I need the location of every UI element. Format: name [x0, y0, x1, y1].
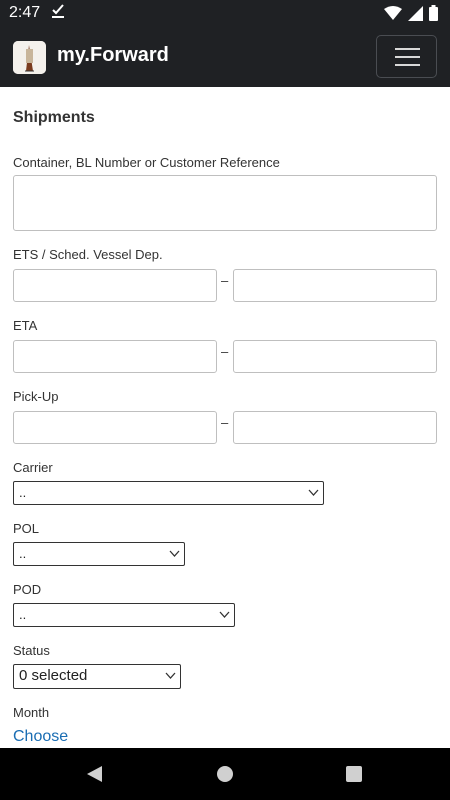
pickup-label: Pick-Up [13, 389, 59, 404]
ets-label: ETS / Sched. Vessel Dep. [13, 247, 163, 262]
navigation-bar [0, 748, 450, 800]
chevron-down-icon [165, 669, 176, 684]
eta-range-separator: – [221, 344, 229, 359]
pol-select[interactable]: .. [13, 542, 185, 566]
hamburger-icon-line [395, 64, 420, 66]
main-content: Shipments Container, BL Number or Custom… [0, 87, 450, 748]
eta-from-input[interactable] [13, 340, 217, 373]
hamburger-icon-line [395, 48, 420, 50]
app-title: my.Forward [57, 44, 169, 66]
pod-select-value: .. [19, 607, 27, 622]
ets-range-separator: – [221, 273, 229, 288]
reference-input[interactable] [13, 175, 437, 231]
back-icon[interactable] [86, 765, 103, 788]
pol-select-value: .. [19, 546, 27, 561]
reference-label: Container, BL Number or Customer Referen… [13, 155, 280, 170]
pickup-to-input[interactable] [233, 411, 437, 444]
chevron-down-icon [219, 608, 230, 623]
status-time: 2:47 [9, 4, 41, 21]
ets-to-input[interactable] [233, 269, 437, 302]
wifi-icon [384, 5, 402, 26]
month-choose-link[interactable]: Choose [13, 728, 68, 746]
pod-label: POD [13, 582, 42, 597]
app-header: my.Forward [0, 26, 450, 87]
pickup-from-input[interactable] [13, 411, 217, 444]
status-bar: 2:47 [0, 0, 450, 26]
pod-select[interactable]: .. [13, 603, 235, 627]
menu-button[interactable] [376, 35, 437, 78]
ets-from-input[interactable] [13, 269, 217, 302]
carrier-label: Carrier [13, 460, 53, 475]
month-label: Month [13, 705, 50, 720]
checkmark-icon [51, 3, 65, 23]
chevron-down-icon [169, 547, 180, 562]
pol-label: POL [13, 521, 40, 536]
status-label: Status [13, 643, 50, 658]
carrier-select-value: .. [19, 485, 27, 500]
recents-icon[interactable] [346, 766, 362, 787]
home-icon[interactable] [216, 765, 234, 788]
chevron-down-icon [308, 486, 319, 501]
signal-icon [408, 5, 423, 26]
status-icons [384, 5, 438, 26]
eta-to-input[interactable] [233, 340, 437, 373]
status-select[interactable]: 0 selected [13, 664, 181, 689]
eta-label: ETA [13, 318, 38, 333]
page-title: Shipments [13, 109, 95, 126]
app-logo[interactable] [13, 41, 46, 74]
battery-icon [429, 5, 438, 26]
hamburger-icon-line [395, 56, 420, 58]
status-select-value: 0 selected [19, 667, 88, 684]
pickup-range-separator: – [221, 415, 229, 430]
carrier-select[interactable]: .. [13, 481, 324, 505]
